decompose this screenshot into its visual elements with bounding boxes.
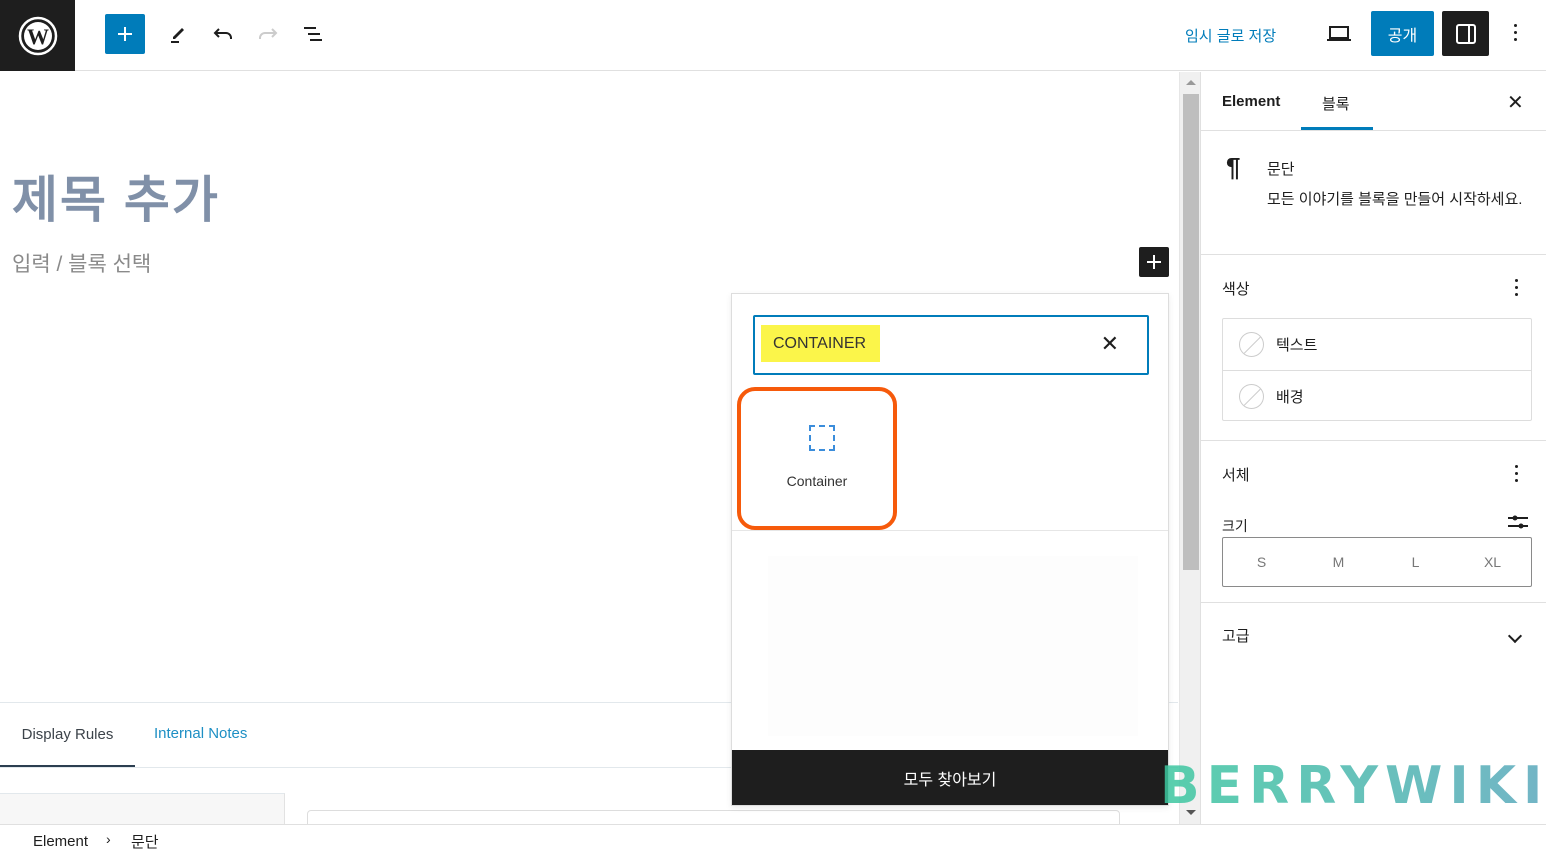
- advanced-panel-title: 고급: [1222, 628, 1250, 645]
- block-preview-area: [768, 556, 1138, 736]
- breadcrumb-item-element[interactable]: Element: [33, 833, 88, 850]
- color-panel: 색상 텍스트 배경: [1201, 255, 1546, 441]
- tab-element[interactable]: Element: [1222, 93, 1280, 110]
- chevron-right-icon: ›: [106, 831, 111, 847]
- block-appender-button[interactable]: [1139, 247, 1169, 277]
- laptop-icon: [1327, 26, 1351, 41]
- settings-sidebar: Element 블록 ✕ ¶ 문단 모든 이야기를 블록을 만들어 시작하세요.…: [1200, 72, 1546, 824]
- watermark: BERRYWIKI: [1160, 756, 1546, 816]
- block-card: ¶ 문단 모든 이야기를 블록을 만들어 시작하세요.: [1201, 132, 1546, 255]
- breadcrumb-item-paragraph: 문단: [131, 834, 159, 851]
- sidebar-tabs: Element 블록 ✕: [1201, 72, 1546, 131]
- tab-internal-notes[interactable]: Internal Notes: [154, 725, 247, 742]
- editor-scrollbar[interactable]: [1179, 72, 1200, 824]
- typography-panel: 서체 크기 S M L XL: [1201, 441, 1546, 603]
- color-options-icon[interactable]: [1515, 279, 1519, 300]
- top-toolbar: W 임시 글로 저장 공개: [0, 0, 1546, 71]
- tools-button[interactable]: [158, 14, 198, 54]
- list-view-icon: [304, 27, 322, 41]
- color-list: 텍스트 배경: [1222, 318, 1532, 421]
- active-tab-indicator: [1301, 127, 1373, 130]
- font-size-label: 크기: [1222, 518, 1248, 534]
- color-panel-title: 색상: [1222, 281, 1250, 298]
- sidebar-icon: [1455, 23, 1476, 44]
- pencil-icon: [171, 28, 184, 43]
- chevron-down-icon: [1507, 628, 1523, 644]
- scroll-up-arrow-icon[interactable]: [1186, 80, 1196, 85]
- settings-sliders-icon[interactable]: [1507, 513, 1529, 531]
- typography-options-icon[interactable]: [1515, 465, 1519, 486]
- quick-inserter-popover: CONTAINER ✕ Container 모두 찾아보기: [731, 293, 1169, 806]
- preview-button[interactable]: [1319, 14, 1359, 54]
- color-item-label: 배경: [1276, 388, 1304, 406]
- font-size-xl[interactable]: XL: [1454, 538, 1531, 586]
- block-placeholder[interactable]: 입력 / 블록 선택: [12, 248, 151, 278]
- color-item-label: 텍스트: [1276, 337, 1318, 354]
- color-item-background[interactable]: 배경: [1223, 370, 1531, 421]
- color-item-text[interactable]: 텍스트: [1223, 319, 1531, 370]
- plus-icon: [118, 27, 132, 41]
- font-size-l[interactable]: L: [1377, 538, 1454, 586]
- plus-icon: [1147, 255, 1161, 269]
- svg-text:W: W: [27, 24, 49, 49]
- scroll-thumb[interactable]: [1183, 94, 1199, 570]
- undo-icon: [213, 28, 232, 39]
- save-draft-button[interactable]: 임시 글로 저장: [1185, 25, 1276, 46]
- paragraph-icon: ¶: [1226, 152, 1241, 182]
- font-size-m[interactable]: M: [1300, 538, 1377, 586]
- settings-toggle-button[interactable]: [1442, 11, 1489, 56]
- breadcrumb: Element › 문단: [0, 824, 1546, 854]
- font-size-picker: S M L XL: [1222, 537, 1532, 587]
- advanced-panel[interactable]: 고급: [1201, 603, 1546, 667]
- options-menu-button[interactable]: [1496, 14, 1536, 54]
- popover-divider: [732, 530, 1168, 531]
- redo-icon: [259, 28, 278, 39]
- wordpress-icon: W: [18, 16, 57, 55]
- tab-display-rules[interactable]: Display Rules: [0, 703, 135, 767]
- empty-swatch-icon: [1239, 332, 1264, 357]
- close-sidebar-icon[interactable]: ✕: [1507, 90, 1524, 115]
- redo-button[interactable]: [248, 14, 288, 54]
- post-title-input[interactable]: 제목 추가: [12, 160, 220, 232]
- block-result-container[interactable]: Container: [737, 387, 897, 530]
- typography-panel-title: 서체: [1222, 467, 1250, 484]
- clear-search-icon[interactable]: ✕: [1101, 331, 1119, 357]
- empty-swatch-icon: [1239, 383, 1264, 409]
- container-dashed-icon: [809, 425, 835, 451]
- tab-block[interactable]: 블록: [1322, 93, 1350, 114]
- block-inserter-button[interactable]: [105, 14, 145, 54]
- block-search-input[interactable]: CONTAINER ✕: [753, 315, 1149, 375]
- search-value: CONTAINER: [773, 335, 867, 352]
- font-size-s[interactable]: S: [1223, 538, 1300, 586]
- publish-button[interactable]: 공개: [1371, 11, 1434, 56]
- block-description: 모든 이야기를 블록을 만들어 시작하세요.: [1267, 191, 1523, 208]
- more-vertical-icon: [1514, 23, 1518, 45]
- wordpress-logo-button[interactable]: W: [0, 0, 75, 71]
- document-overview-button[interactable]: [293, 14, 333, 54]
- browse-all-button[interactable]: 모두 찾아보기: [732, 750, 1168, 805]
- block-result-label: Container: [786, 473, 848, 489]
- undo-button[interactable]: [203, 14, 243, 54]
- block-name: 문단: [1267, 161, 1295, 178]
